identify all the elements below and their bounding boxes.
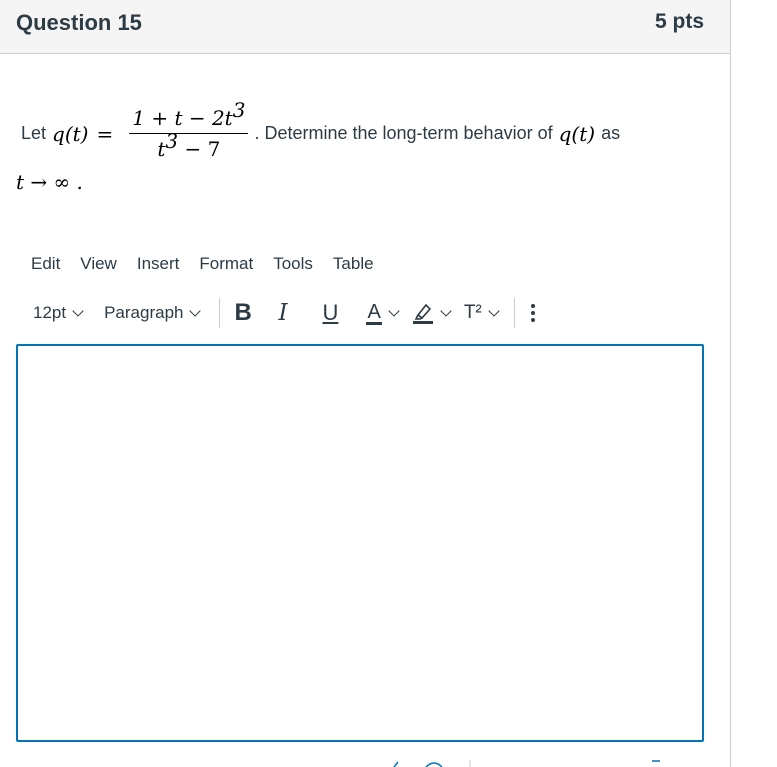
fraction-numerator: 1 + t − 2t3 <box>129 100 249 134</box>
answer-editor[interactable] <box>16 344 704 742</box>
chevron-down-icon <box>440 305 452 317</box>
question-text: Let q(t) = 1 + t − 2t3 t3 − 7 . Determin… <box>21 100 621 161</box>
menu-tools[interactable]: Tools <box>273 254 313 274</box>
chevron-down-icon <box>72 305 84 317</box>
chevron-down-icon <box>388 305 400 317</box>
text-color-icon: A <box>366 300 382 325</box>
font-size-dropdown[interactable]: 12pt <box>33 303 84 323</box>
menu-format[interactable]: Format <box>199 254 253 274</box>
highlighter-icon <box>412 303 433 324</box>
editor-toolbar: 12pt Paragraph B I U A T² <box>33 298 551 328</box>
highlight-color-button[interactable] <box>412 301 452 325</box>
menu-insert[interactable]: Insert <box>137 254 180 274</box>
fraction-denominator: t3 − 7 <box>157 129 221 161</box>
question-header: Question 15 5 pts <box>0 0 730 54</box>
question-card: Question 15 5 pts Let q(t) = 1 + t − 2t3… <box>0 0 731 767</box>
chevron-down-icon <box>189 305 202 317</box>
statusbar-icons-partial <box>393 760 660 767</box>
editor-menubar: Edit View Insert Format Tools Table <box>31 254 394 274</box>
menu-edit[interactable]: Edit <box>31 254 60 274</box>
function-name-2: q(t) <box>558 121 596 146</box>
toolbar-divider <box>219 298 221 328</box>
limit-expression: t → ∞ . <box>16 170 83 194</box>
question-suffix: . Determine the long-term behavior of <box>254 123 553 143</box>
fraction: 1 + t − 2t3 t3 − 7 <box>129 100 249 161</box>
text-color-button[interactable]: A <box>366 300 400 325</box>
more-vertical-icon <box>530 304 535 322</box>
menu-view[interactable]: View <box>80 254 117 274</box>
question-prefix: Let <box>21 123 47 143</box>
question-title: Question 15 <box>16 10 142 35</box>
bold-button[interactable]: B <box>234 299 264 327</box>
superscript-icon: T² <box>463 302 482 323</box>
menu-table[interactable]: Table <box>333 254 374 274</box>
chevron-down-icon <box>488 305 500 317</box>
block-format-dropdown[interactable]: Paragraph <box>104 303 202 323</box>
function-name: q(t) <box>52 121 89 146</box>
block-format-value: Paragraph <box>104 303 184 322</box>
more-options-button[interactable] <box>530 304 551 322</box>
toolbar-divider <box>513 298 515 328</box>
editor-content[interactable] <box>18 346 702 740</box>
question-points: 5 pts <box>654 10 704 33</box>
equals-sign: = <box>96 121 114 146</box>
font-size-value: 12pt <box>33 303 67 322</box>
underline-button[interactable]: U <box>322 300 352 326</box>
question-as: as <box>601 123 621 143</box>
superscript-button[interactable]: T² <box>463 302 500 324</box>
italic-button[interactable]: I <box>278 300 308 326</box>
